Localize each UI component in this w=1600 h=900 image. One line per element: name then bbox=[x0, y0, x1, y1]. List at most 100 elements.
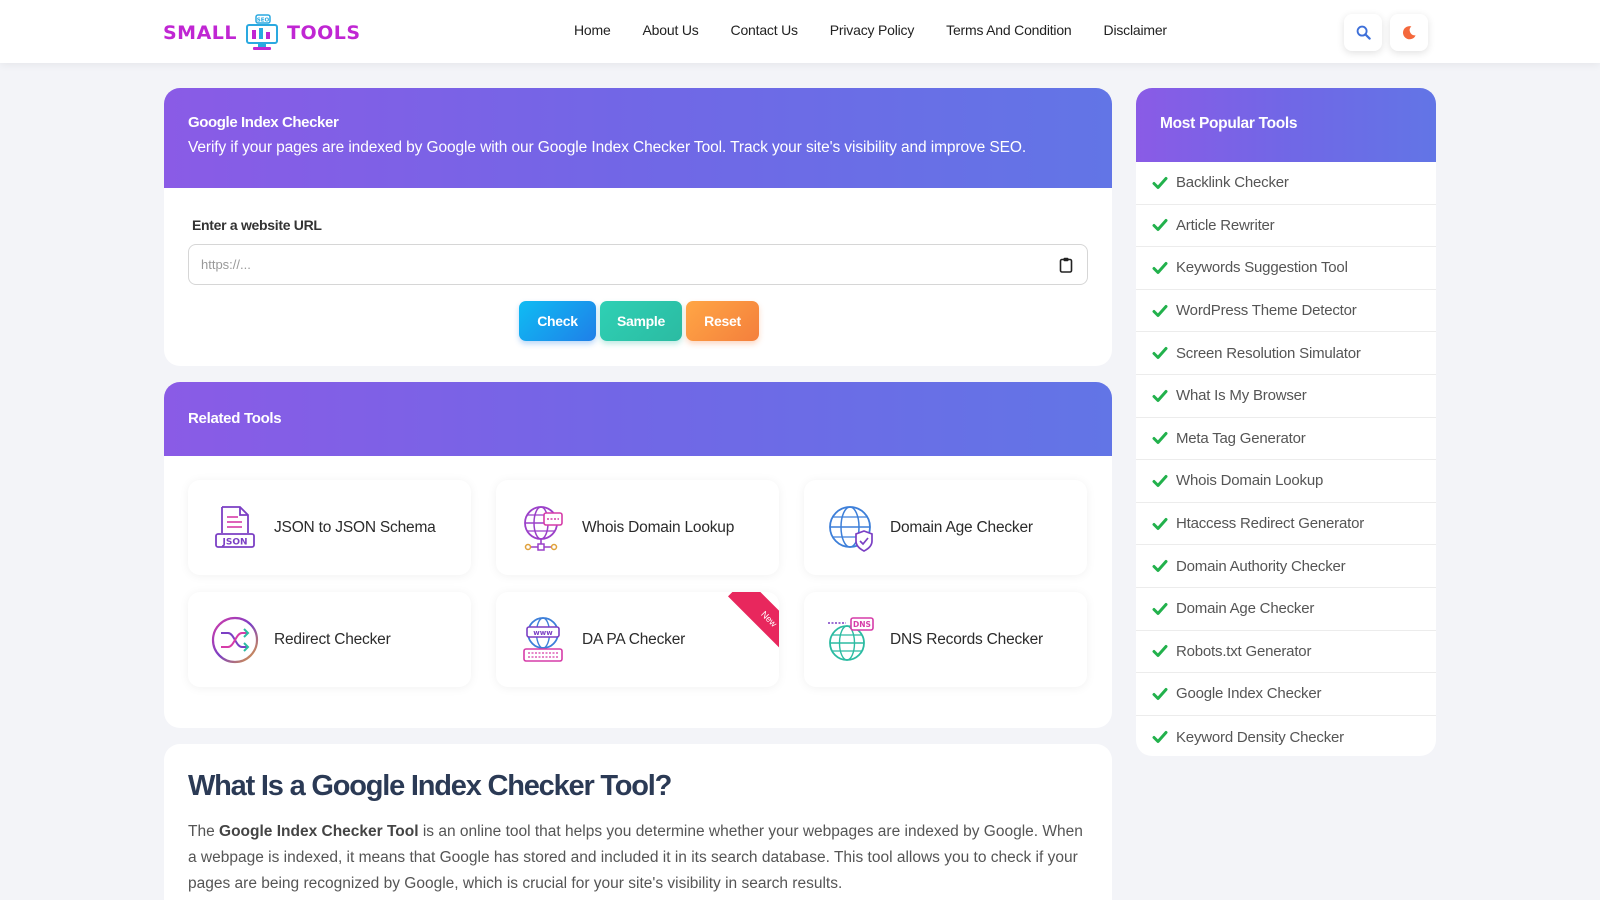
sample-button[interactable]: Sample bbox=[600, 301, 682, 341]
popular-tools-card: Most Popular Tools Backlink Checker Artic… bbox=[1136, 88, 1436, 756]
tool-header: Google Index Checker Verify if your page… bbox=[164, 88, 1112, 188]
tool-card: Google Index Checker Verify if your page… bbox=[164, 88, 1112, 366]
nav-terms[interactable]: Terms And Condition bbox=[946, 22, 1072, 38]
related-tool-label: DA PA Checker bbox=[582, 630, 686, 648]
related-tools-card: Related Tools JSON JSON to JSON Schema W… bbox=[164, 382, 1112, 728]
check-icon bbox=[1152, 687, 1168, 700]
popular-tool-label: Keyword Density Checker bbox=[1176, 728, 1344, 746]
nav-privacy-policy[interactable]: Privacy Policy bbox=[830, 22, 915, 38]
popular-tool-label: Whois Domain Lookup bbox=[1176, 472, 1324, 490]
nav-about-us[interactable]: About Us bbox=[643, 22, 699, 38]
related-tool-tile[interactable]: DNS DNS Records Checker bbox=[804, 592, 1087, 687]
popular-tool-label: Domain Authority Checker bbox=[1176, 557, 1346, 575]
popular-tool-item[interactable]: Domain Age Checker bbox=[1136, 588, 1436, 631]
popular-tool-label: Article Rewriter bbox=[1176, 216, 1275, 234]
reset-button[interactable]: Reset bbox=[686, 301, 759, 341]
search-button[interactable] bbox=[1344, 14, 1382, 51]
popular-tool-item[interactable]: Htaccess Redirect Generator bbox=[1136, 503, 1436, 546]
check-icon bbox=[1152, 219, 1168, 232]
popular-tools-list: Backlink Checker Article Rewriter Keywords… bbox=[1136, 162, 1436, 756]
article-bold-term: Google Index Checker Tool bbox=[219, 823, 419, 840]
related-tool-tile[interactable]: www DA PA Checker New bbox=[496, 592, 779, 687]
popular-tool-item[interactable]: Whois Domain Lookup bbox=[1136, 460, 1436, 503]
related-tool-label: JSON to JSON Schema bbox=[274, 518, 436, 536]
seo-computer-icon: SEO bbox=[246, 14, 279, 50]
dns-globe-icon: DNS bbox=[828, 616, 874, 661]
related-tool-label: DNS Records Checker bbox=[890, 630, 1043, 648]
popular-tools-title: Most Popular Tools bbox=[1160, 115, 1298, 132]
related-tools-header: Related Tools bbox=[164, 382, 1112, 456]
www-globe-icon: www bbox=[523, 616, 563, 662]
globe-shield-icon bbox=[829, 505, 873, 552]
related-tool-tile[interactable]: Redirect Checker bbox=[188, 592, 471, 687]
popular-tool-item[interactable]: Google Index Checker bbox=[1136, 673, 1436, 716]
json-file-icon: JSON bbox=[215, 505, 255, 548]
popular-tool-label: Meta Tag Generator bbox=[1176, 429, 1306, 447]
check-icon bbox=[1152, 347, 1168, 360]
svg-text:JSON: JSON bbox=[221, 537, 247, 547]
shuffle-icon bbox=[211, 616, 259, 663]
article-paragraph: The Google Index Checker Tool is an onli… bbox=[188, 819, 1088, 897]
url-label: Enter a website URL bbox=[192, 217, 322, 233]
check-icon bbox=[1152, 176, 1168, 189]
nav-disclaimer[interactable]: Disclaimer bbox=[1104, 22, 1168, 38]
svg-text:DNS: DNS bbox=[853, 620, 871, 629]
popular-tool-item[interactable]: WordPress Theme Detector bbox=[1136, 290, 1436, 333]
popular-tool-item[interactable]: Keyword Density Checker bbox=[1136, 716, 1436, 756]
popular-tool-label: Robots.txt Generator bbox=[1176, 642, 1312, 660]
popular-tools-header: Most Popular Tools bbox=[1136, 88, 1436, 162]
check-icon bbox=[1152, 560, 1168, 573]
new-badge-ribbon: New bbox=[727, 592, 779, 661]
check-icon bbox=[1152, 389, 1168, 402]
moon-icon bbox=[1402, 26, 1416, 40]
check-icon bbox=[1152, 602, 1168, 615]
popular-tool-item[interactable]: Screen Resolution Simulator bbox=[1136, 332, 1436, 375]
popular-tool-label: WordPress Theme Detector bbox=[1176, 302, 1357, 320]
check-button[interactable]: Check bbox=[519, 301, 596, 341]
related-tool-tile[interactable]: Domain Age Checker bbox=[804, 480, 1087, 575]
related-tool-tile[interactable]: Whois Domain Lookup bbox=[496, 480, 779, 575]
globe-network-icon bbox=[524, 505, 563, 551]
related-tool-label: Domain Age Checker bbox=[890, 518, 1033, 536]
nav-contact-us[interactable]: Contact Us bbox=[731, 22, 798, 38]
top-navbar: SMALL SEO TOOLS Home About Us Contact Us… bbox=[0, 0, 1600, 63]
article-prefix: The bbox=[188, 823, 220, 840]
nav-home[interactable]: Home bbox=[574, 22, 611, 38]
check-icon bbox=[1152, 304, 1168, 317]
logo-badge-text: SEO bbox=[257, 18, 270, 24]
check-icon bbox=[1152, 731, 1168, 744]
related-tool-label: Redirect Checker bbox=[274, 630, 391, 648]
popular-tool-label: Domain Age Checker bbox=[1176, 600, 1315, 618]
popular-tool-label: Keywords Suggestion Tool bbox=[1176, 259, 1348, 277]
theme-toggle-button[interactable] bbox=[1390, 14, 1428, 51]
article-heading: What Is a Google Index Checker Tool? bbox=[188, 770, 672, 802]
svg-text:www: www bbox=[533, 629, 553, 637]
popular-tool-item[interactable]: Keywords Suggestion Tool bbox=[1136, 247, 1436, 290]
popular-tool-item[interactable]: What Is My Browser bbox=[1136, 375, 1436, 418]
popular-tool-label: What Is My Browser bbox=[1176, 387, 1307, 405]
popular-tool-item[interactable]: Article Rewriter bbox=[1136, 205, 1436, 248]
popular-tool-item[interactable]: Meta Tag Generator bbox=[1136, 418, 1436, 461]
popular-tool-label: Google Index Checker bbox=[1176, 685, 1322, 703]
main-nav: Home About Us Contact Us Privacy Policy … bbox=[574, 22, 1199, 38]
url-input[interactable] bbox=[189, 245, 1029, 284]
search-icon bbox=[1356, 25, 1371, 40]
popular-tool-label: Screen Resolution Simulator bbox=[1176, 344, 1361, 362]
check-icon bbox=[1152, 517, 1168, 530]
article-card: What Is a Google Index Checker Tool? The… bbox=[164, 744, 1112, 900]
action-buttons: Check Sample Reset bbox=[519, 301, 759, 341]
related-tools-title: Related Tools bbox=[188, 410, 282, 427]
logo-word-left: SMALL bbox=[163, 22, 238, 44]
related-tool-tile[interactable]: JSON JSON to JSON Schema bbox=[188, 480, 471, 575]
check-icon bbox=[1152, 261, 1168, 274]
check-icon bbox=[1152, 432, 1168, 445]
popular-tool-item[interactable]: Robots.txt Generator bbox=[1136, 631, 1436, 674]
check-icon bbox=[1152, 474, 1168, 487]
related-tool-label: Whois Domain Lookup bbox=[582, 518, 735, 536]
url-field-wrapper bbox=[188, 244, 1088, 285]
site-logo[interactable]: SMALL SEO TOOLS bbox=[163, 14, 361, 52]
popular-tool-item[interactable]: Backlink Checker bbox=[1136, 162, 1436, 205]
clipboard-icon[interactable] bbox=[1059, 257, 1073, 273]
tool-title: Google Index Checker bbox=[188, 114, 339, 131]
popular-tool-item[interactable]: Domain Authority Checker bbox=[1136, 545, 1436, 588]
